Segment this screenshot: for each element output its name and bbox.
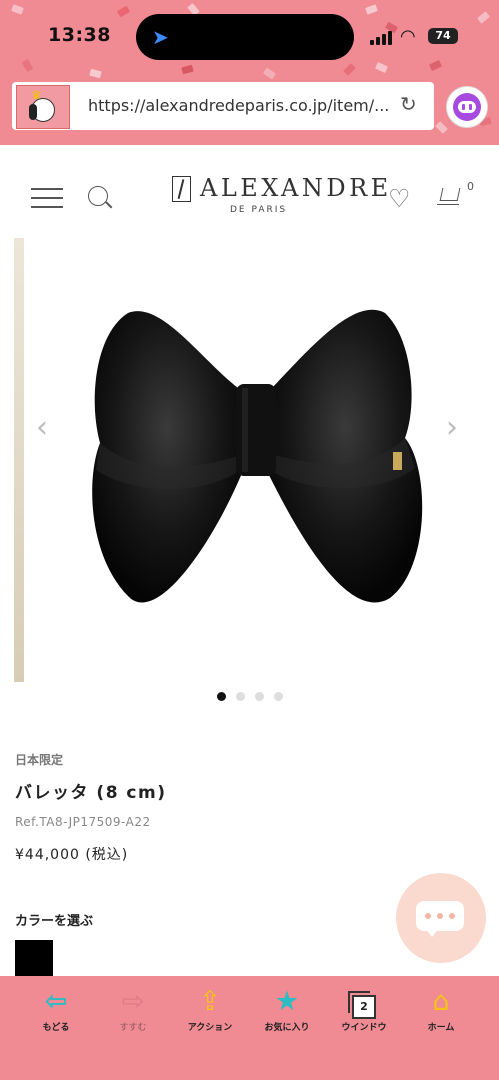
heart-icon[interactable]: ♡ [388, 184, 410, 213]
pagination-dot[interactable] [273, 692, 283, 701]
logo-text: ALEXANDRE [200, 174, 392, 202]
confetti-decoration [429, 60, 442, 71]
status-time: 13:38 [48, 24, 111, 46]
confetti-decoration [477, 11, 490, 24]
windows-icon: 2 [329, 986, 399, 1019]
chat-button[interactable] [396, 873, 486, 963]
confetti-decoration [375, 62, 388, 73]
confetti-decoration [89, 68, 102, 79]
confetti-decoration [435, 121, 448, 134]
pagination-dot[interactable] [254, 692, 264, 701]
pagination-dot[interactable] [216, 692, 226, 701]
dynamic-island: ➤ [136, 14, 354, 60]
signal-icon [370, 29, 394, 45]
forward-button[interactable]: ⇨ すすむ [98, 986, 168, 1033]
star-icon: ★ [274, 986, 300, 1017]
pagination-dot[interactable] [235, 692, 245, 701]
cart-count: 0 [467, 180, 474, 193]
confetti-decoration [262, 67, 277, 80]
menu-icon[interactable] [31, 188, 63, 208]
confetti-decoration [21, 58, 34, 73]
product-price: ¥44,000 (税込) [15, 847, 129, 863]
forward-arrow-icon: ⇨ [121, 986, 145, 1017]
gallery-prev-arrow[interactable]: ‹ [36, 410, 48, 445]
product-image [92, 309, 423, 603]
share-icon: ⇪ [198, 986, 222, 1017]
back-button[interactable]: ⇦ もどる [21, 986, 91, 1033]
confetti-decoration [116, 5, 131, 18]
confetti-decoration [365, 4, 378, 15]
home-button[interactable]: ⌂ ホーム [406, 986, 476, 1033]
site-header: ALEXANDRE DE PARIS ♡ 0 [0, 160, 499, 230]
logo-subtext: DE PARIS [230, 205, 288, 215]
chat-bubble-icon [416, 901, 464, 937]
location-arrow-icon: ➤ [152, 25, 169, 49]
action-label: アクション [187, 1023, 233, 1033]
action-button[interactable]: ⇪ アクション [175, 986, 245, 1033]
browser-toolbar: ⇦ もどる ⇨ すすむ ⇪ アクション ★ お気に入り 2 ウインドウ ⌂ ホー… [0, 976, 499, 1080]
assistant-button[interactable] [446, 86, 488, 128]
snoopy-ear-icon [29, 104, 37, 120]
back-label: もどる [42, 1023, 70, 1033]
confetti-decoration [343, 63, 356, 76]
wifi-icon: ◠ [400, 26, 416, 47]
address-bar[interactable]: ♛ https://alexandredeparis.co.jp/item/..… [12, 82, 434, 130]
robot-icon [453, 93, 481, 121]
snoopy-site-icon[interactable]: ♛ [16, 85, 70, 129]
favorites-label: お気に入り [264, 1023, 310, 1033]
url-text[interactable]: https://alexandredeparis.co.jp/item/... [88, 96, 389, 115]
gallery-pagination [0, 686, 499, 705]
window-label: ウインドウ [341, 1023, 387, 1033]
gallery-next-arrow[interactable]: › [446, 410, 458, 445]
confetti-decoration [11, 4, 24, 15]
reload-icon[interactable]: ↻ [400, 92, 417, 116]
favorites-button[interactable]: ★ お気に入り [252, 986, 322, 1033]
forward-label: すすむ [119, 1023, 147, 1033]
color-swatch-black[interactable] [15, 940, 53, 976]
product-gallery[interactable]: ‹ › [0, 238, 499, 683]
confetti-decoration [181, 64, 194, 75]
cart-icon[interactable] [437, 188, 461, 205]
back-arrow-icon: ⇦ [44, 986, 68, 1017]
site-logo[interactable]: ALEXANDRE DE PARIS [172, 174, 388, 220]
home-label: ホーム [427, 1023, 455, 1033]
battery-icon: 74 [428, 28, 458, 44]
limited-badge: 日本限定 [15, 753, 64, 767]
search-icon[interactable] [88, 186, 108, 206]
color-select-label: カラーを選ぶ [15, 914, 94, 929]
product-name: バレッタ (8 cm) [15, 783, 167, 803]
browser-chrome: 13:38 ➤ ◠ 74 ♛ https://alexandredeparis.… [0, 0, 499, 145]
window-button[interactable]: 2 ウインドウ [329, 986, 399, 1033]
product-ref: Ref.TA8-JP17509-A22 [15, 815, 151, 829]
window-count: 2 [348, 991, 376, 1019]
logo-mark-icon [172, 176, 191, 202]
home-icon: ⌂ [432, 986, 450, 1017]
